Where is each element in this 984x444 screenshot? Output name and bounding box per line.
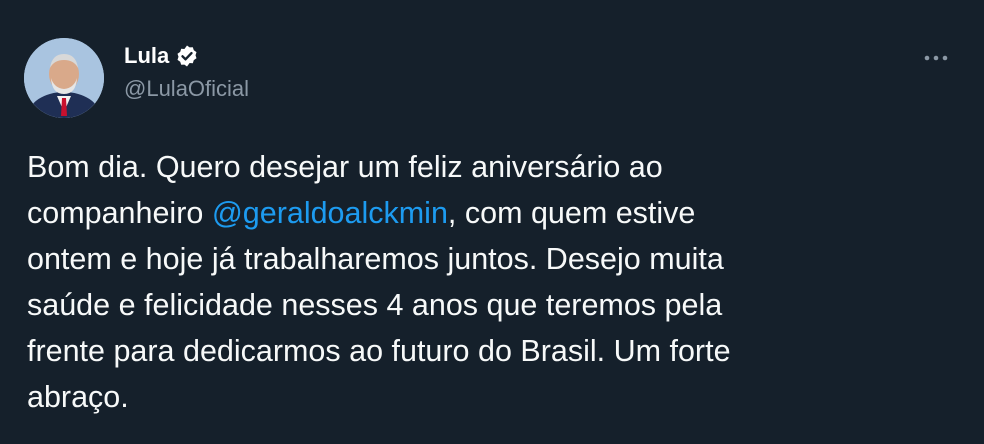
name-row: Lula bbox=[124, 42, 249, 70]
verified-badge-icon bbox=[175, 44, 199, 68]
author-info: Lula @LulaOficial bbox=[124, 42, 249, 102]
avatar[interactable] bbox=[24, 38, 104, 118]
avatar-image bbox=[24, 38, 104, 118]
more-options-button[interactable] bbox=[918, 44, 954, 72]
user-handle[interactable]: @LulaOficial bbox=[124, 76, 249, 102]
tweet-text: Bom dia. Quero desejar um feliz aniversá… bbox=[27, 144, 927, 420]
more-options-icon bbox=[924, 55, 948, 61]
tweet-card: Lula @LulaOficial Bom dia. Quero desejar… bbox=[0, 0, 984, 444]
display-name[interactable]: Lula bbox=[124, 43, 169, 69]
mention-link[interactable]: @geraldoalckmin bbox=[212, 196, 448, 230]
